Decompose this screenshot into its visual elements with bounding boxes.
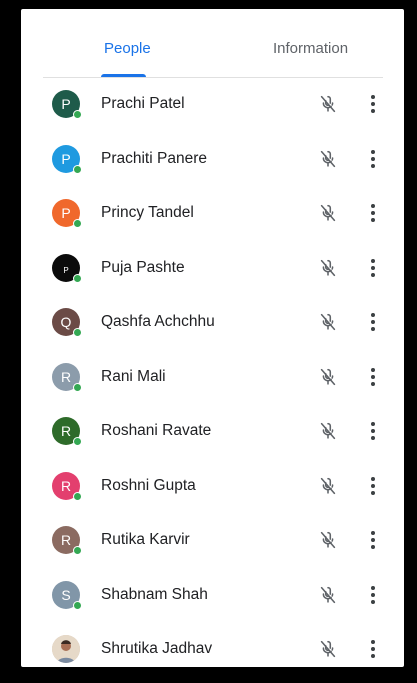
avatar: R [52, 471, 82, 501]
online-status-dot [73, 328, 82, 337]
online-status-dot [73, 110, 82, 119]
mic-off-icon[interactable] [317, 257, 339, 279]
avatar: P [52, 253, 82, 283]
avatar-photo [52, 635, 80, 663]
more-vert-icon[interactable] [363, 311, 383, 333]
more-vert-icon[interactable] [363, 638, 383, 660]
mic-off-icon[interactable] [317, 93, 339, 115]
participant-name: Shrutika Jadhav [101, 640, 213, 657]
screenshot-frame: People Information P Prachi Patel P Prac… [0, 0, 417, 683]
mic-off-icon[interactable] [317, 202, 339, 224]
participants-panel: People Information P Prachi Patel P Prac… [21, 9, 404, 667]
mic-off-icon[interactable] [317, 148, 339, 170]
more-vert-icon[interactable] [363, 584, 383, 606]
avatar-initial: P [61, 96, 71, 112]
online-status-dot [73, 491, 82, 501]
participant-name: Qashfa Achchhu [101, 313, 215, 330]
mic-off-icon[interactable] [317, 366, 339, 388]
participant-row[interactable]: R Roshni Gupta [21, 460, 404, 515]
avatar: P [52, 90, 82, 119]
person-photo-icon [52, 635, 80, 663]
mic-off-icon[interactable] [317, 311, 339, 333]
online-status-dot [73, 164, 82, 174]
avatar-initial: R [60, 532, 72, 548]
mic-off-icon[interactable] [317, 529, 339, 551]
online-status-dot [73, 546, 82, 555]
participant-name: Rutika Karvir [101, 531, 190, 548]
participant-row[interactable]: P Prachi Patel [21, 78, 404, 133]
avatar: Q [52, 308, 82, 337]
more-vert-icon[interactable] [363, 93, 383, 115]
avatar-initial: S [61, 586, 71, 603]
avatar: R [52, 526, 82, 555]
participant-row[interactable]: P Princy Tandel [21, 187, 404, 242]
participant-name: Roshni Gupta [101, 476, 196, 494]
avatar-initial: P [61, 150, 71, 167]
participant-name: Prachi Patel [101, 95, 185, 112]
participant-row[interactable]: R Rani Mali [21, 351, 404, 406]
participant-row[interactable]: R Roshani Ravate [21, 405, 404, 460]
tab-people[interactable]: People [104, 40, 151, 57]
online-status-dot [73, 382, 82, 392]
more-vert-icon[interactable] [363, 202, 383, 224]
online-status-dot [73, 437, 82, 446]
participant-row[interactable]: P Puja Pashte [21, 242, 404, 297]
avatar-initial: R [60, 423, 72, 439]
participant-name: Princy Tandel [101, 204, 194, 221]
tab-information[interactable]: Information [273, 40, 348, 57]
more-vert-icon[interactable] [363, 475, 383, 497]
avatar-initial: P [61, 205, 71, 221]
online-status-dot [73, 600, 82, 610]
participant-row[interactable]: Q Qashfa Achchhu [21, 296, 404, 351]
more-vert-icon[interactable] [363, 148, 383, 170]
participant-name: Puja Pashte [101, 258, 185, 276]
avatar: P [52, 199, 82, 228]
avatar-initial: R [60, 368, 72, 385]
mic-off-icon[interactable] [317, 475, 339, 497]
participant-name: Shabnam Shah [101, 585, 208, 603]
avatar-initial: Q [60, 314, 72, 330]
participant-name: Rani Mali [101, 367, 166, 385]
more-vert-icon[interactable] [363, 529, 383, 551]
more-vert-icon[interactable] [363, 366, 383, 388]
participant-name: Prachiti Panere [101, 149, 207, 167]
online-status-dot [73, 273, 82, 283]
participant-row[interactable]: R Rutika Karvir [21, 514, 404, 569]
avatar: P [52, 144, 82, 174]
avatar-initial: R [60, 477, 72, 494]
participant-list: P Prachi Patel P Prachiti Panere P Princ… [21, 78, 404, 667]
participant-name: Roshani Ravate [101, 422, 212, 439]
avatar-initial: P [63, 265, 69, 275]
mic-off-icon[interactable] [317, 638, 339, 660]
participant-row[interactable]: P Prachiti Panere [21, 133, 404, 188]
avatar: S [52, 580, 82, 610]
mic-off-icon[interactable] [317, 584, 339, 606]
participant-row[interactable]: Shrutika Jadhav [21, 623, 404, 667]
tab-bar: People Information [21, 9, 404, 78]
avatar: R [52, 417, 82, 446]
more-vert-icon[interactable] [363, 257, 383, 279]
mic-off-icon[interactable] [317, 420, 339, 442]
avatar: R [52, 362, 82, 392]
participant-row[interactable]: S Shabnam Shah [21, 569, 404, 624]
online-status-dot [73, 219, 82, 228]
more-vert-icon[interactable] [363, 420, 383, 442]
